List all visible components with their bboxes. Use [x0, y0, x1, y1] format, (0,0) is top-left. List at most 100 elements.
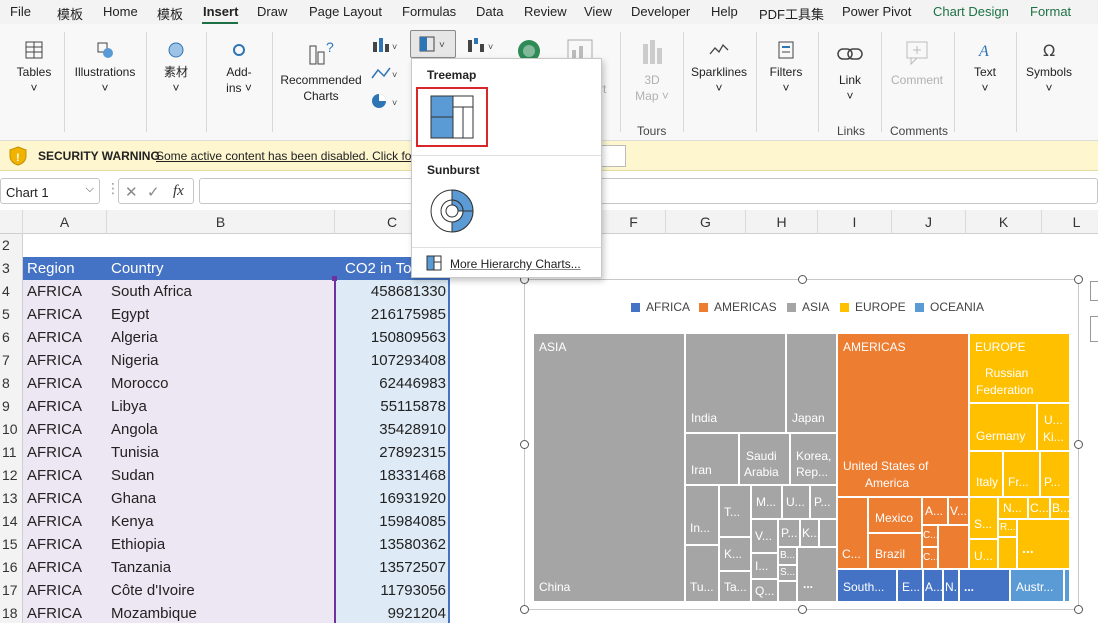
menu-page-layout[interactable]: Page Layout	[309, 4, 382, 19]
formula-input[interactable]	[199, 178, 1098, 204]
tile-ukraine[interactable]: U...	[970, 540, 997, 568]
table-cell[interactable]: 458681330	[336, 280, 446, 303]
tile-nigeria[interactable]: N...	[944, 570, 958, 601]
treemap-option[interactable]	[416, 87, 488, 147]
table-cell[interactable]: AFRICA	[27, 303, 82, 326]
illustrations-button[interactable]: Illustrations ˅	[70, 40, 140, 96]
tile-venezuela[interactable]: V...	[949, 498, 968, 524]
table-cell[interactable]: 55115878	[336, 395, 446, 418]
table-cell[interactable]: AFRICA	[27, 487, 82, 510]
table-cell[interactable]: Côte d'Ivoire	[111, 579, 195, 602]
column-header-a[interactable]: A	[23, 210, 107, 234]
row-header[interactable]: 16	[0, 556, 23, 579]
table-cell[interactable]: AFRICA	[27, 510, 82, 533]
row-header[interactable]: 7	[0, 349, 23, 372]
table-cell[interactable]: 18331468	[336, 464, 446, 487]
legend-item-africa[interactable]: AFRICA	[631, 300, 690, 314]
cancel-icon[interactable]: ✕	[125, 183, 138, 201]
table-cell[interactable]: Morocco	[111, 372, 169, 395]
tile-s[interactable]: S...	[779, 566, 796, 580]
table-cell[interactable]: AFRICA	[27, 533, 82, 556]
table-cell[interactable]: 150809563	[336, 326, 446, 349]
text-button[interactable]: A Text ˅	[962, 40, 1008, 96]
tile-small[interactable]	[820, 520, 836, 546]
tile-k[interactable]: K...	[720, 538, 750, 570]
resize-handle[interactable]	[520, 440, 529, 449]
menu-chart-design[interactable]: Chart Design	[933, 4, 1009, 19]
table-cell[interactable]: AFRICA	[27, 395, 82, 418]
table-cell[interactable]: 11793056	[336, 579, 446, 602]
3d-map-button[interactable]: 3D Map ˅	[628, 38, 676, 104]
menu-draw[interactable]: Draw	[257, 4, 287, 19]
filters-button[interactable]: Filters ˅	[762, 40, 810, 96]
tile-small[interactable]	[999, 538, 1016, 568]
table-cell[interactable]: Kenya	[111, 510, 154, 533]
column-chart-button[interactable]: ˅	[370, 36, 400, 57]
column-header-k[interactable]: K	[966, 210, 1042, 234]
table-cell[interactable]: Tanzania	[111, 556, 171, 579]
chart-elements-button[interactable]	[1090, 281, 1098, 301]
column-header-l[interactable]: L	[1042, 210, 1098, 234]
tile-new-zealand[interactable]	[1065, 570, 1069, 601]
column-header-b[interactable]: B	[107, 210, 335, 234]
tile-china[interactable]: ASIA China	[534, 334, 684, 601]
table-cell[interactable]: 15984085	[336, 510, 446, 533]
table-cell[interactable]: AFRICA	[27, 464, 82, 487]
row-header[interactable]: 4	[0, 280, 23, 303]
header-region[interactable]: Region	[27, 257, 75, 280]
row-header[interactable]: 10	[0, 418, 23, 441]
comment-button[interactable]: Comment	[886, 38, 948, 88]
menu-power-pivot[interactable]: Power Pivot	[842, 4, 911, 19]
row-header[interactable]: 8	[0, 372, 23, 395]
table-cell[interactable]: AFRICA	[27, 349, 82, 372]
select-all-corner[interactable]	[0, 210, 23, 234]
sunburst-option[interactable]	[416, 183, 488, 239]
row-header[interactable]: 11	[0, 441, 23, 464]
table-cell[interactable]: Mozambique	[111, 602, 197, 625]
tile-saudi-arabia[interactable]: Saudi Arabia	[740, 434, 789, 484]
tile-united-kingdom[interactable]: U... Ki...	[1038, 404, 1069, 450]
row-header[interactable]: 6	[0, 326, 23, 349]
tile-russia[interactable]: EUROPE Russian Federation	[970, 334, 1069, 402]
tile-other-asia[interactable]: ...	[798, 548, 836, 601]
tile-t[interactable]: T...	[720, 486, 750, 536]
tile-c3[interactable]: C...	[923, 548, 937, 568]
menu-formulas[interactable]: Formulas	[402, 4, 456, 19]
tile-algeria[interactable]: A...	[924, 570, 942, 601]
table-cell[interactable]: 216175985	[336, 303, 446, 326]
pie-chart-button[interactable]: ˅	[370, 92, 400, 113]
treemap-chart[interactable]: AFRICA AMERICAS ASIA EUROPE OCEANIA ASIA…	[520, 275, 1083, 614]
row-header[interactable]: 18	[0, 602, 23, 625]
table-cell[interactable]: AFRICA	[27, 602, 82, 625]
insert-function-icon[interactable]: fx	[173, 183, 184, 200]
legend-item-oceania[interactable]: OCEANIA	[915, 300, 984, 314]
resize-handle[interactable]	[1074, 605, 1083, 614]
row-header[interactable]: 2	[0, 234, 23, 257]
addins-button[interactable]: Add- ins ˅	[214, 40, 264, 96]
table-cell[interactable]: Angola	[111, 418, 158, 441]
table-cell[interactable]: AFRICA	[27, 441, 82, 464]
tile-other-africa[interactable]: ...	[960, 570, 1009, 601]
legend-item-americas[interactable]: AMERICAS	[699, 300, 777, 314]
tile-romania[interactable]: R...	[999, 520, 1016, 536]
table-cell[interactable]: AFRICA	[27, 556, 82, 579]
table-cell[interactable]: 62446983	[336, 372, 446, 395]
hierarchy-chart-button[interactable]: ˅	[410, 30, 456, 58]
symbols-button[interactable]: Ω Symbols ˅	[1022, 40, 1076, 96]
menu-file[interactable]: File	[10, 4, 31, 19]
tile-small[interactable]	[779, 582, 796, 601]
tile-poland[interactable]: P...	[1041, 452, 1069, 496]
tables-button[interactable]: Tables ˅	[10, 40, 58, 96]
column-header-g[interactable]: G	[666, 210, 746, 234]
tile-india[interactable]: India	[686, 334, 785, 432]
tile-korea[interactable]: Korea, Rep...	[791, 434, 836, 484]
resize-handle[interactable]	[798, 275, 807, 284]
tile-k2[interactable]: K...	[801, 520, 818, 546]
line-chart-button[interactable]: ˅	[370, 64, 400, 85]
tile-czech[interactable]: C...	[1029, 498, 1049, 518]
table-cell[interactable]: Tunisia	[111, 441, 159, 464]
menu-pdf-tools[interactable]: PDF工具集	[759, 4, 824, 23]
table-cell[interactable]: Ghana	[111, 487, 156, 510]
resize-handle[interactable]	[1074, 275, 1083, 284]
tile-spain[interactable]: S...	[970, 498, 997, 538]
